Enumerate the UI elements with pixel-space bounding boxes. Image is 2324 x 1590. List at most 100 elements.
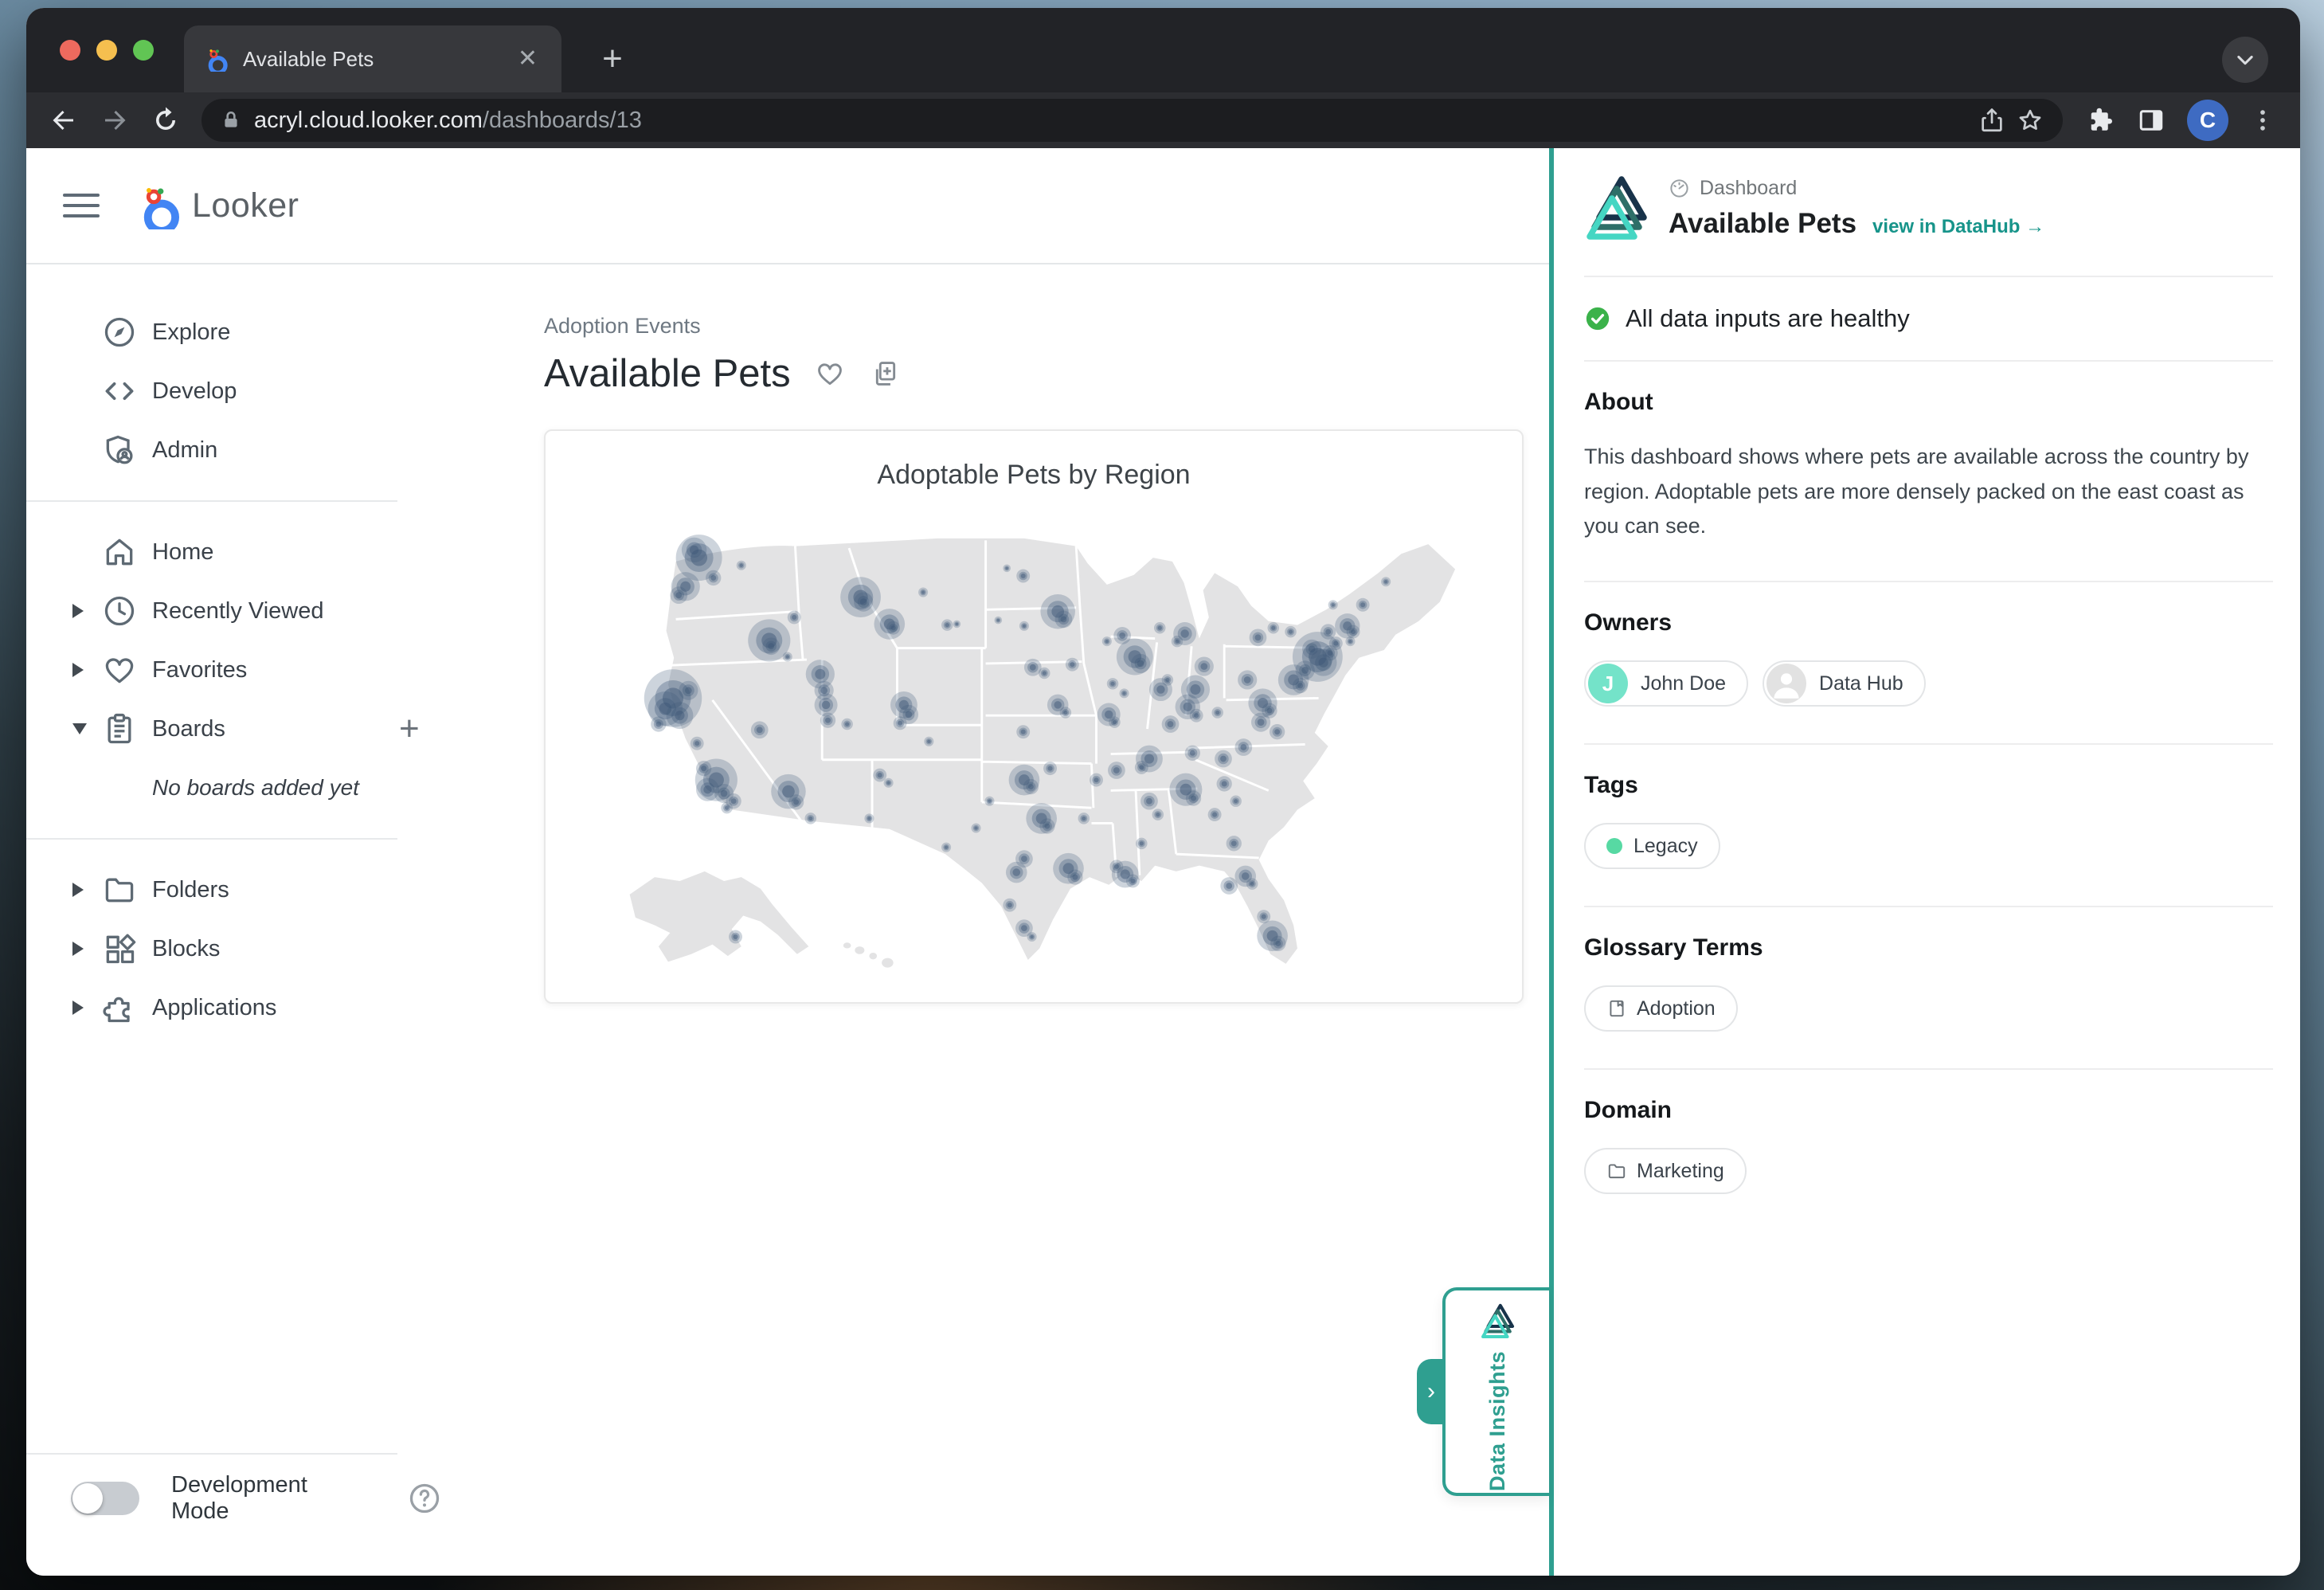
lock-icon bbox=[221, 108, 241, 132]
entity-type-label: Dashboard bbox=[1700, 177, 1797, 200]
sidebar: Explore Develop Admin bbox=[26, 264, 442, 1576]
compass-icon bbox=[101, 314, 138, 351]
folder-icon bbox=[1606, 1161, 1627, 1181]
sidebar-item-boards[interactable]: Boards + bbox=[26, 699, 442, 758]
heart-icon bbox=[101, 652, 138, 688]
expand-caret-icon[interactable] bbox=[72, 942, 84, 956]
owner-avatar: J bbox=[1588, 664, 1628, 703]
tag-pill[interactable]: Legacy bbox=[1584, 823, 1720, 869]
hamburger-menu-icon[interactable] bbox=[63, 187, 100, 224]
bookmark-star-button[interactable] bbox=[2015, 105, 2045, 135]
share-button[interactable] bbox=[1977, 105, 2007, 135]
owner-pill[interactable]: Data Hub bbox=[1763, 660, 1926, 707]
tab-close-icon[interactable]: ✕ bbox=[513, 45, 542, 72]
favorite-heart-icon[interactable] bbox=[815, 358, 845, 389]
new-tab-button[interactable]: + bbox=[589, 35, 636, 83]
datahub-panel: Dashboard Available Pets view in DataHub… bbox=[1554, 148, 2300, 1576]
sidebar-item-label: Explore bbox=[152, 319, 230, 346]
collapse-panel-chevron-button[interactable]: › bbox=[1417, 1359, 1446, 1424]
sidebar-item-label: Folders bbox=[152, 877, 229, 903]
expand-caret-icon[interactable] bbox=[72, 604, 84, 618]
sidebar-item-label: Favorites bbox=[152, 657, 247, 683]
looker-app: Looker Explore Deve bbox=[26, 148, 1549, 1576]
health-check-icon bbox=[1584, 305, 1611, 332]
shield-person-icon bbox=[101, 432, 138, 468]
entity-name: Available Pets bbox=[1669, 208, 1856, 240]
expand-caret-icon[interactable] bbox=[72, 663, 84, 677]
back-button[interactable] bbox=[49, 105, 79, 135]
arrow-right-icon: → bbox=[2025, 216, 2044, 237]
sidebar-item-favorites[interactable]: Favorites bbox=[26, 640, 442, 699]
about-section: About This dashboard shows where pets ar… bbox=[1584, 360, 2273, 581]
about-title: About bbox=[1584, 389, 2273, 416]
tags-title: Tags bbox=[1584, 772, 2273, 799]
looker-logo[interactable]: Looker bbox=[136, 182, 299, 229]
sidebar-item-blocks[interactable]: Blocks bbox=[26, 919, 442, 978]
sidebar-item-label: Admin bbox=[152, 437, 217, 464]
sidebar-item-admin[interactable]: Admin bbox=[26, 421, 442, 480]
forward-button[interactable] bbox=[100, 105, 130, 135]
tags-section: Tags Legacy bbox=[1584, 743, 2273, 906]
browser-menu-icon[interactable] bbox=[2248, 105, 2278, 135]
owner-pill[interactable]: J John Doe bbox=[1584, 660, 1748, 707]
browser-window: Available Pets ✕ + acryl.cloud.looker.co… bbox=[26, 8, 2300, 1576]
tab-overflow-button[interactable] bbox=[2222, 37, 2268, 83]
data-insights-label: Data Insights bbox=[1485, 1351, 1510, 1491]
sidebar-item-label: Blocks bbox=[152, 936, 220, 962]
sidebar-item-develop[interactable]: Develop bbox=[26, 362, 442, 421]
development-mode-toggle[interactable] bbox=[71, 1482, 139, 1515]
tag-name: Legacy bbox=[1633, 835, 1698, 858]
domain-title: Domain bbox=[1584, 1097, 2273, 1124]
owners-title: Owners bbox=[1584, 609, 2273, 636]
code-icon bbox=[101, 373, 138, 409]
puzzle-icon bbox=[101, 989, 138, 1026]
sidebar-item-applications[interactable]: Applications bbox=[26, 978, 442, 1037]
datahub-logo-small bbox=[1480, 1302, 1515, 1341]
looker-logo-icon bbox=[136, 182, 179, 229]
browser-toolbar: acryl.cloud.looker.com/dashboards/13 C bbox=[26, 92, 2300, 148]
domain-pill[interactable]: Marketing bbox=[1584, 1148, 1747, 1194]
zoom-window-button[interactable] bbox=[133, 40, 154, 61]
extensions-icon[interactable] bbox=[2085, 105, 2115, 135]
sidebar-item-label: Develop bbox=[152, 378, 237, 405]
view-in-datahub-link[interactable]: view in DataHub → bbox=[1872, 216, 2044, 238]
sidebar-item-label: Home bbox=[152, 539, 213, 566]
copy-dashboard-icon[interactable] bbox=[869, 358, 899, 389]
sidebar-item-recently-viewed[interactable]: Recently Viewed bbox=[26, 582, 442, 640]
chart-card: Adoptable Pets by Region bbox=[544, 429, 1524, 1004]
side-panel-icon[interactable] bbox=[2136, 105, 2166, 135]
datahub-logo bbox=[1584, 172, 1648, 245]
expand-caret-icon[interactable] bbox=[72, 883, 84, 897]
tab-title: Available Pets bbox=[243, 47, 513, 72]
browser-profile-avatar[interactable]: C bbox=[2187, 100, 2228, 141]
glossary-term-pill[interactable]: Adoption bbox=[1584, 985, 1738, 1032]
sidebar-item-label: Boards bbox=[152, 716, 225, 742]
expand-caret-icon[interactable] bbox=[72, 1001, 84, 1015]
add-board-button[interactable]: + bbox=[399, 709, 420, 749]
browser-tab[interactable]: Available Pets ✕ bbox=[184, 25, 561, 92]
folder-icon bbox=[101, 871, 138, 908]
sidebar-item-folders[interactable]: Folders bbox=[26, 860, 442, 919]
url-path: /dashboards/13 bbox=[483, 108, 642, 133]
data-insights-tab[interactable]: › Data Insights bbox=[1442, 1287, 1549, 1496]
minimize-window-button[interactable] bbox=[96, 40, 117, 61]
app-area: Looker Explore Deve bbox=[26, 148, 2300, 1576]
sidebar-item-home[interactable]: Home bbox=[26, 523, 442, 582]
sidebar-item-explore[interactable]: Explore bbox=[26, 303, 442, 362]
development-mode-zone: Development Mode bbox=[26, 1432, 442, 1576]
owners-section: Owners J John Doe Data Hub bbox=[1584, 581, 2273, 743]
help-icon[interactable] bbox=[407, 1481, 442, 1516]
page-title: Available Pets bbox=[544, 351, 791, 396]
glossary-title: Glossary Terms bbox=[1584, 934, 2273, 961]
reload-button[interactable] bbox=[151, 105, 181, 135]
bookmark-icon bbox=[1606, 998, 1627, 1019]
close-window-button[interactable] bbox=[60, 40, 80, 61]
looker-brand-name: Looker bbox=[192, 186, 299, 225]
collapse-caret-icon[interactable] bbox=[72, 723, 87, 734]
owner-avatar-person-icon bbox=[1766, 664, 1806, 703]
url-bar[interactable]: acryl.cloud.looker.com/dashboards/13 bbox=[201, 99, 2063, 142]
domain-name: Marketing bbox=[1637, 1160, 1724, 1183]
breadcrumb[interactable]: Adoption Events bbox=[544, 314, 1549, 339]
health-status: All data inputs are healthy bbox=[1584, 276, 2273, 360]
url-host: acryl.cloud.looker.com bbox=[254, 108, 483, 133]
